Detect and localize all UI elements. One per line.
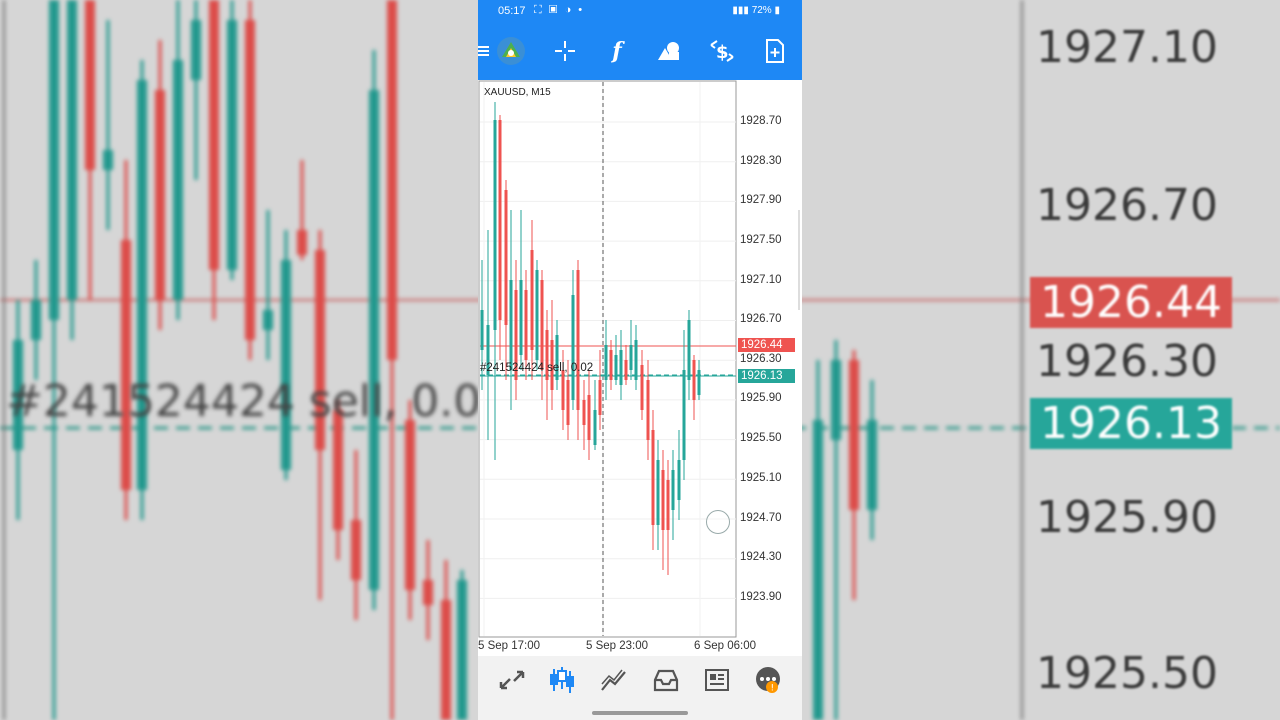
price-axis-label: 1928.30: [740, 155, 782, 167]
candle-body: [671, 470, 675, 510]
touch-indicator: [706, 510, 730, 534]
price-axis-label: 1927.50: [740, 234, 782, 246]
time-axis-label: 6 Sep 06:00: [694, 640, 757, 652]
candle-body: [582, 400, 586, 425]
candle-body: [524, 290, 528, 360]
candle-body: [587, 395, 591, 440]
price-axis-label: 1924.30: [740, 551, 782, 563]
candle-body: [682, 370, 686, 460]
time-axis-label: 5 Sep 23:00: [586, 640, 649, 652]
open-trade-label[interactable]: #241524424 sell, 0.02: [480, 362, 593, 374]
candle-body: [677, 460, 681, 500]
new-order-icon[interactable]: [758, 34, 792, 68]
status-right: ▮▮▮ 72% ▮: [732, 5, 780, 16]
svg-text:$: $: [716, 42, 729, 63]
candle-body: [509, 280, 513, 370]
candle-body: [571, 295, 575, 400]
chart-icon[interactable]: [546, 664, 578, 696]
candle-body: [540, 280, 544, 370]
notification-icons: ⛶ ▣ ◑ •: [534, 4, 585, 16]
price-axis-label: 1923.90: [740, 591, 782, 603]
bg-price-label: 1925.50: [1036, 648, 1218, 699]
battery-icon: ▮: [774, 5, 780, 16]
candle-body: [640, 365, 644, 410]
home-gesture-bar[interactable]: [592, 711, 688, 715]
history-icon[interactable]: [650, 664, 682, 696]
candle-body: [646, 380, 650, 440]
price-axis-label: 1926.70: [740, 313, 782, 325]
signal-icon: ▮▮▮: [732, 5, 749, 16]
candle-body: [656, 460, 660, 525]
candle-body: [624, 360, 628, 380]
chat-icon[interactable]: !: [752, 664, 784, 696]
objects-icon[interactable]: [652, 34, 686, 68]
phone-screen: 05:17 ⛶ ▣ ◑ • ▮▮▮ 72% ▮ f $ XAUUSD, M15 …: [478, 0, 802, 720]
crosshair-icon[interactable]: [548, 34, 582, 68]
top-toolbar: f $: [478, 24, 802, 80]
candle-body: [498, 120, 502, 320]
candle-body: [576, 270, 580, 410]
candle-body: [614, 355, 618, 380]
candle-body: [629, 345, 633, 370]
price-axis-label: 1926.30: [740, 353, 782, 365]
time-axis-label: 5 Sep 17:00: [478, 640, 541, 652]
bg-bid-tag: 1926.13: [1030, 398, 1232, 449]
price-axis-label: 1927.10: [740, 274, 782, 286]
bg-trade-label: #241524424 sell, 0.0: [6, 376, 482, 427]
price-axis-label: 1924.70: [740, 512, 782, 524]
quotes-icon[interactable]: [496, 664, 528, 696]
bottom-navigation: !: [478, 656, 802, 720]
candle-body: [604, 345, 608, 380]
candle-body: [598, 380, 602, 415]
candle-body: [634, 340, 638, 380]
candle-body: [651, 430, 655, 525]
candle-body: [692, 360, 696, 400]
candle-body: [697, 370, 701, 395]
candle-body: [493, 120, 497, 330]
trade-icon[interactable]: $: [705, 34, 739, 68]
status-time: 05:17: [498, 5, 526, 17]
candle-body: [661, 470, 665, 530]
candle-body: [530, 250, 534, 350]
candle-body: [535, 270, 539, 360]
candle-body: [480, 310, 484, 350]
bg-price-label: 1925.90: [1036, 492, 1218, 543]
menu-icon[interactable]: [478, 34, 494, 68]
bg-price-label: 1926.30: [1036, 336, 1218, 387]
news-icon[interactable]: [701, 664, 733, 696]
price-axis-label: 1925.90: [740, 392, 782, 404]
candle-body: [519, 280, 523, 355]
scroll-indicator: [798, 210, 800, 310]
candle-body: [619, 350, 623, 385]
bg-price-label: 1927.10: [1036, 22, 1218, 73]
candle-body: [561, 370, 565, 410]
price-axis-label: 1925.50: [740, 432, 782, 444]
price-chart[interactable]: XAUUSD, M15 1928.70 1928.30 1927.90 1927…: [478, 80, 802, 656]
price-axis-label: 1927.90: [740, 194, 782, 206]
candle-body: [566, 380, 570, 425]
chat-badge: !: [771, 684, 775, 694]
price-axis-label: 1925.10: [740, 472, 782, 484]
chart-symbol-label: XAUUSD, M15: [484, 87, 551, 98]
bid-price-tag: 1926.13: [738, 369, 795, 383]
battery-level: 72%: [751, 5, 772, 16]
status-bar: 05:17 ⛶ ▣ ◑ • ▮▮▮ 72% ▮: [478, 0, 802, 24]
bg-price-label: 1926.70: [1036, 180, 1218, 231]
candle-body: [609, 350, 613, 380]
candle-body: [687, 320, 691, 380]
candle-body: [504, 190, 508, 325]
ask-price-tag: 1926.44: [738, 338, 795, 352]
candle-body: [666, 480, 670, 530]
trade-icon[interactable]: [598, 664, 630, 696]
indicators-icon[interactable]: f: [600, 34, 634, 68]
price-axis-label: 1928.70: [740, 115, 782, 127]
app-logo-icon[interactable]: [494, 34, 528, 68]
candle-body: [593, 410, 597, 445]
bg-ask-tag: 1926.44: [1030, 277, 1232, 328]
